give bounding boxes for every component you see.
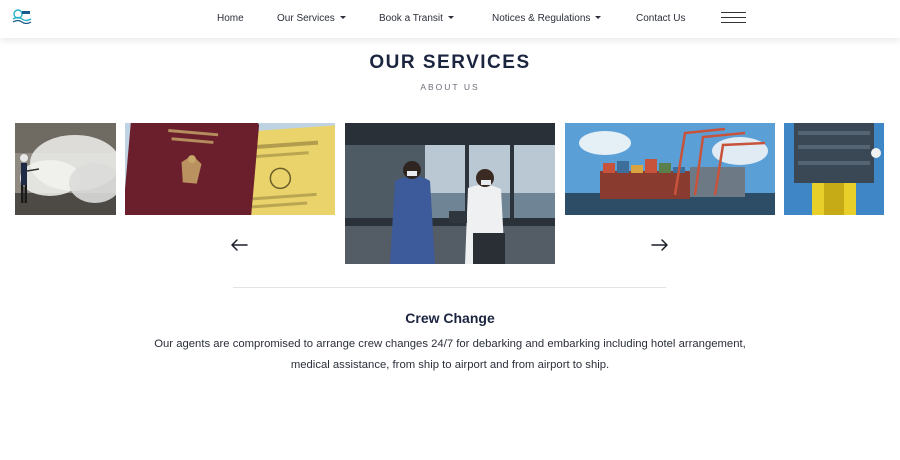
section-title: OUR SERVICES bbox=[369, 52, 531, 73]
chevron-down-icon bbox=[447, 16, 454, 19]
nav-book-transit[interactable]: Book a Transit bbox=[379, 13, 454, 24]
slide-passports-image[interactable] bbox=[125, 123, 335, 215]
service-title: Crew Change bbox=[405, 310, 495, 326]
slide-container-port-image[interactable] bbox=[565, 123, 775, 215]
company-logo-icon[interactable] bbox=[12, 8, 32, 24]
nav-book-transit-label: Book a Transit bbox=[379, 13, 443, 24]
service-description: Our agents are compromised to arrange cr… bbox=[154, 338, 746, 371]
slide-offshore-rig-image[interactable] bbox=[784, 123, 884, 215]
chevron-down-icon bbox=[339, 16, 346, 19]
slide-crew-change-image[interactable] bbox=[345, 123, 555, 264]
nav-notices-regulations[interactable]: Notices & Regulations bbox=[492, 13, 602, 24]
divider bbox=[233, 287, 666, 288]
slide-fumigation-image[interactable] bbox=[15, 123, 116, 215]
arrow-right-icon[interactable] bbox=[651, 238, 669, 252]
nav-contact-us[interactable]: Contact Us bbox=[636, 13, 685, 24]
nav-notices-label: Notices & Regulations bbox=[492, 13, 591, 24]
navbar: Home Our Services Book a Transit Notices… bbox=[0, 0, 900, 38]
nav-our-services-label: Our Services bbox=[277, 13, 335, 24]
section-subtitle: ABOUT US bbox=[420, 82, 480, 92]
nav-our-services[interactable]: Our Services bbox=[277, 13, 346, 24]
nav-home[interactable]: Home bbox=[217, 13, 244, 24]
arrow-left-icon[interactable] bbox=[230, 238, 248, 252]
chevron-down-icon bbox=[595, 16, 602, 19]
menu-icon[interactable] bbox=[721, 11, 746, 25]
